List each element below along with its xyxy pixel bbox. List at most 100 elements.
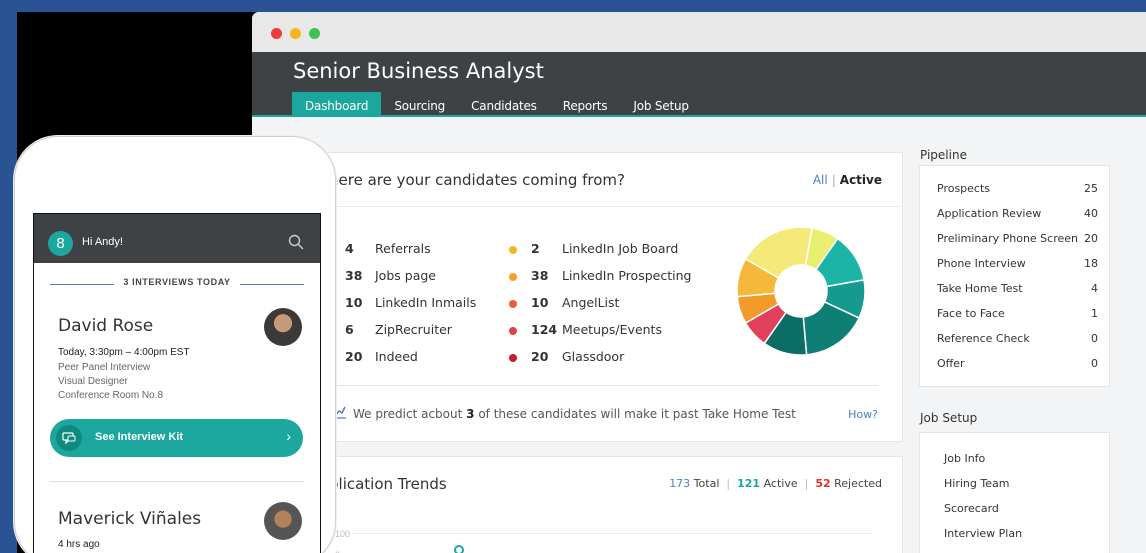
pipeline-row[interactable]: Application Review 40	[937, 207, 1098, 220]
y-axis-tick: 100	[335, 529, 351, 539]
stage-label: Phone Interview	[937, 257, 1026, 270]
close-window-button[interactable]	[271, 28, 282, 39]
tab-job-setup[interactable]: Job Setup	[620, 92, 701, 117]
prediction-prefix: We predict acbout	[353, 407, 463, 421]
source-count: 4	[345, 241, 354, 256]
filter-all-link[interactable]: All	[813, 173, 828, 187]
source-row: 124 Meetups/Events	[531, 322, 662, 337]
interview-time: Today, 3:30pm – 4:00pm EST	[58, 347, 190, 358]
active-count: 121	[737, 477, 761, 490]
tab-reports[interactable]: Reports	[550, 92, 621, 117]
search-icon[interactable]	[288, 234, 304, 250]
sources-title: here are your candidates coming from?	[329, 171, 626, 189]
prediction-suffix: of these candidates will make it past Ta…	[478, 407, 796, 421]
how-link[interactable]: How?	[848, 408, 878, 421]
source-label: Meetups/Events	[562, 322, 662, 337]
source-row: 20 Glassdoor	[531, 349, 624, 364]
legend-dot	[509, 300, 517, 308]
source-count: 2	[531, 241, 540, 256]
pipeline-row[interactable]: Preliminary Phone Screen 20	[937, 232, 1098, 245]
source-row: 10 AngelList	[531, 295, 619, 310]
legend-dot	[509, 246, 517, 254]
pipeline-row[interactable]: Face to Face 1	[937, 307, 1098, 320]
source-row: 38 Jobs page	[345, 268, 436, 283]
kit-button-label: See Interview Kit	[95, 431, 184, 443]
stage-label: Preliminary Phone Screen	[937, 232, 1079, 245]
chevron-right-icon: ›	[286, 428, 291, 444]
job-setup-link[interactable]: Interview Plan	[944, 527, 1022, 540]
candidate-name[interactable]: Maverick Viñales	[58, 509, 201, 529]
job-setup-link[interactable]: Scorecard	[944, 502, 999, 515]
filter-active-link[interactable]: Active	[840, 173, 882, 187]
stage-count: 0	[1091, 357, 1098, 370]
pipeline-heading: Pipeline	[920, 148, 967, 162]
source-count: 38	[531, 268, 549, 283]
job-setup-link[interactable]: Hiring Team	[944, 477, 1009, 490]
pipeline-row[interactable]: Take Home Test 4	[937, 282, 1098, 295]
phone-screen: 8 Hi Andy! 3 INTERVIEWS TODAY David Rose…	[33, 213, 321, 553]
source-label: Jobs page	[375, 268, 436, 283]
source-count: 10	[531, 295, 549, 310]
prediction-text: We predict acbout 3 of these candidates …	[353, 407, 796, 421]
stage-count: 4	[1091, 282, 1098, 295]
candidate-sources-card: here are your candidates coming from? Al…	[310, 152, 903, 442]
source-row: 4 Referrals	[345, 241, 431, 256]
stage-count: 25	[1084, 182, 1098, 195]
pipeline-row[interactable]: Phone Interview 18	[937, 257, 1098, 270]
tab-sourcing[interactable]: Sourcing	[381, 92, 458, 117]
source-count: 10	[345, 295, 363, 310]
tab-dashboard[interactable]: Dashboard	[292, 92, 382, 117]
data-point-marker	[454, 545, 464, 553]
pipeline-row[interactable]: Prospects 25	[937, 182, 1098, 195]
legend-dot	[509, 327, 517, 335]
list-divider	[50, 481, 304, 482]
interviews-today-label: 3 INTERVIEWS TODAY	[123, 277, 231, 287]
trend-stats: 173 Total | 121 Active | 52 Rejected	[669, 477, 882, 490]
interview-details: Peer Panel Interview Visual Designer Con…	[58, 361, 163, 403]
source-label: Referrals	[375, 241, 431, 256]
source-label: Glassdoor	[562, 349, 625, 364]
job-setup-link[interactable]: Job Info	[944, 452, 985, 465]
candidate-avatar	[264, 308, 302, 346]
greeting: Hi Andy!	[82, 236, 123, 248]
interview-role: Visual Designer	[58, 376, 128, 387]
source-label: LinkedIn Prospecting	[562, 268, 692, 283]
stage-label: Application Review	[937, 207, 1042, 220]
interview-location: Conference Room No.8	[58, 390, 164, 401]
pipeline-row[interactable]: Reference Check 0	[937, 332, 1098, 345]
main-tabs: Dashboard Sourcing Candidates Reports Jo…	[292, 92, 702, 117]
pipeline-row[interactable]: Offer 0	[937, 357, 1098, 370]
sources-donut-chart	[736, 226, 866, 356]
source-count: 124	[531, 322, 558, 337]
tab-candidates[interactable]: Candidates	[458, 92, 550, 117]
job-setup-heading: Job Setup	[920, 411, 978, 425]
chat-icon	[56, 425, 82, 451]
stage-count: 20	[1084, 232, 1098, 245]
sources-filter-toggle: All | Active	[813, 173, 882, 187]
minimize-window-button[interactable]	[290, 28, 301, 39]
legend-dot	[509, 354, 517, 362]
total-count: 173	[669, 477, 691, 490]
app-logo-icon: 8	[48, 231, 73, 256]
source-row: 6 ZipRecruiter	[345, 322, 452, 337]
candidate-activity-time: 4 hrs ago	[58, 539, 100, 550]
job-title: Senior Business Analyst	[293, 59, 544, 83]
desktop-app-window: Senior Business Analyst Dashboard Sourci…	[252, 12, 1146, 553]
window-titlebar	[252, 12, 1146, 52]
source-count: 38	[345, 268, 363, 283]
see-interview-kit-button[interactable]: See Interview Kit ›	[50, 419, 303, 457]
gridline	[351, 533, 872, 534]
candidate-name[interactable]: David Rose	[58, 316, 153, 336]
active-label: Active	[763, 477, 798, 490]
total-label: Total	[693, 477, 720, 490]
pipeline-card: Prospects 25 Application Review 40 Prelimi…	[919, 165, 1110, 387]
stage-label: Face to Face	[937, 307, 1005, 320]
source-label: Indeed	[375, 349, 418, 364]
legend-dot	[509, 273, 517, 281]
stage-label: Reference Check	[937, 332, 1030, 345]
stage-count: 18	[1084, 257, 1098, 270]
maximize-window-button[interactable]	[309, 28, 320, 39]
source-label: LinkedIn Inmails	[375, 295, 477, 310]
card-divider	[311, 206, 902, 207]
source-count: 20	[345, 349, 363, 364]
